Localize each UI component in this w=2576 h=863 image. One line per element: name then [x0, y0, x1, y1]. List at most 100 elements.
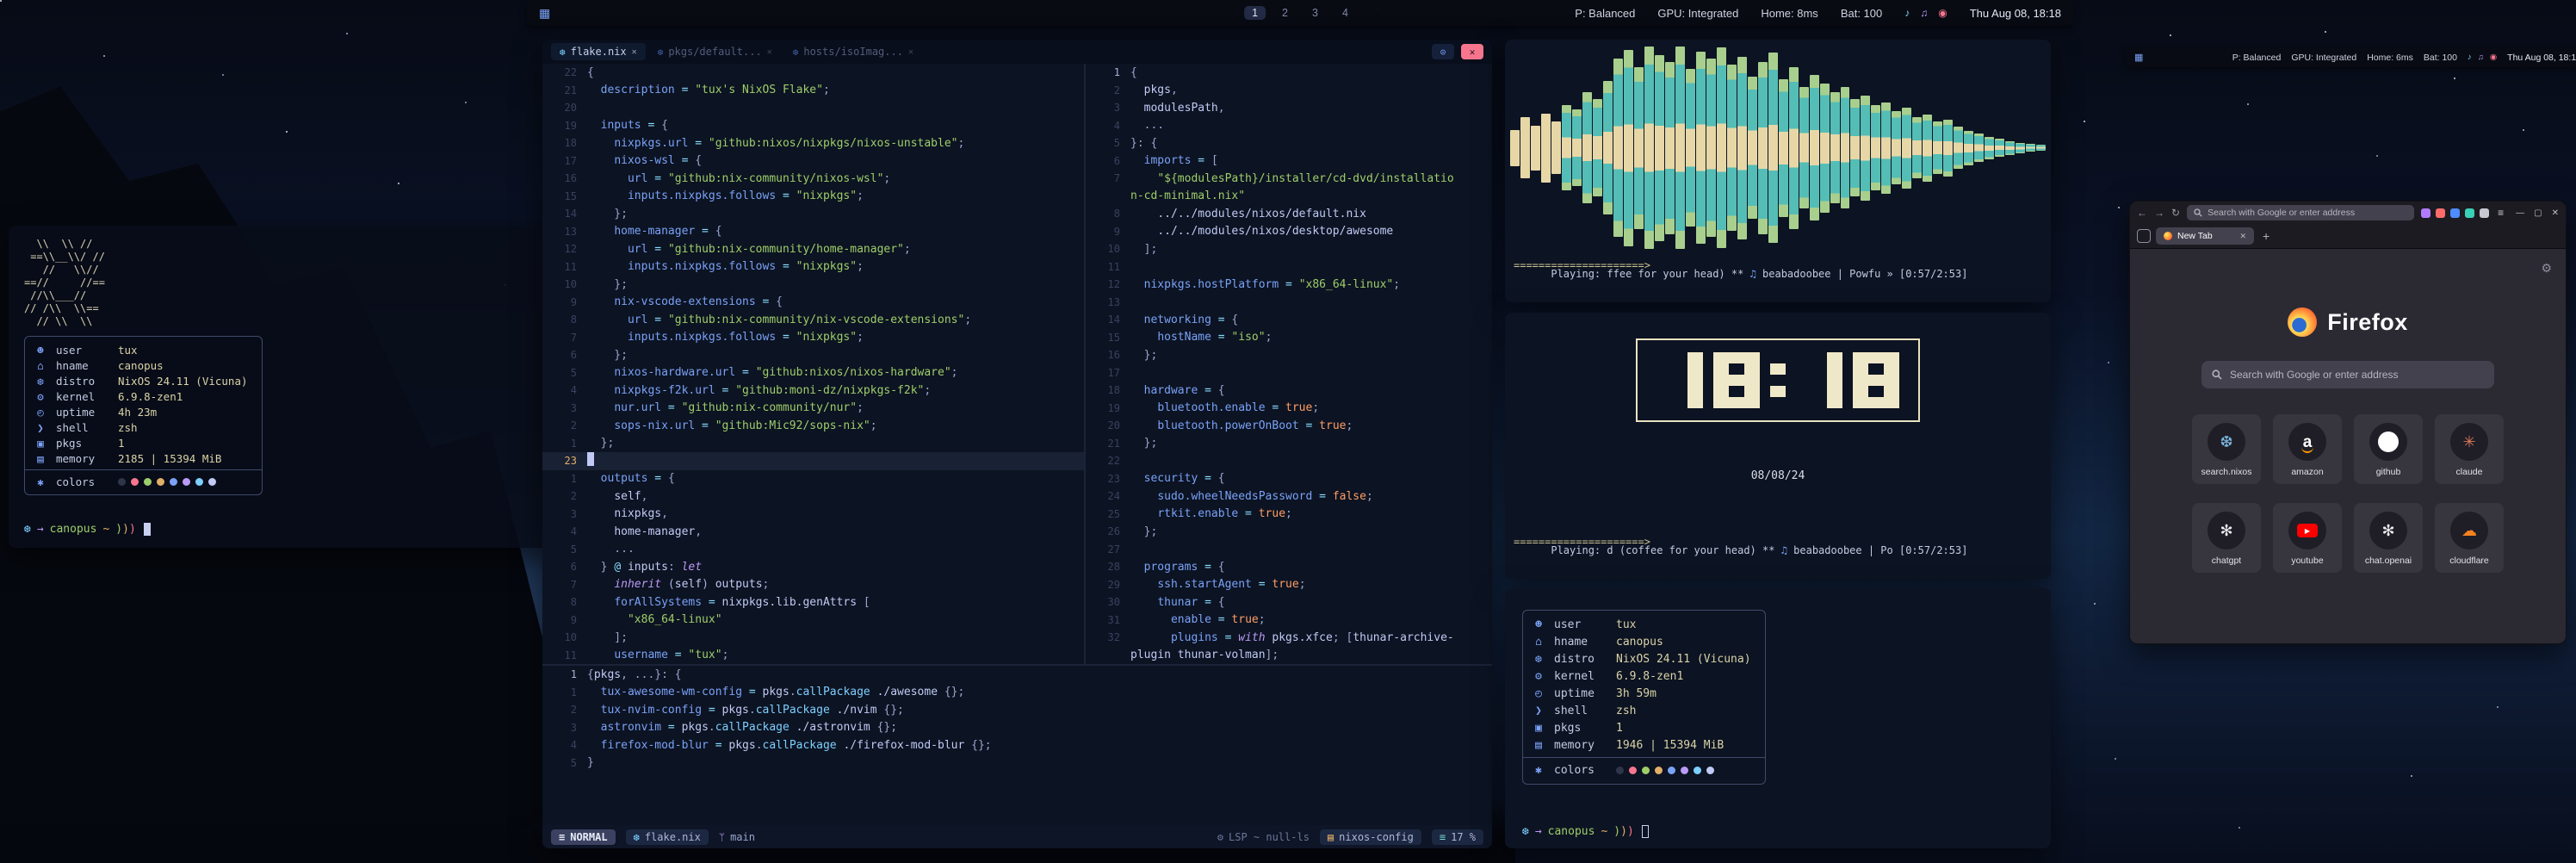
window-controls: — ▢ ✕	[2516, 208, 2559, 218]
forward-button[interactable]: →	[2154, 207, 2164, 219]
visualizer-bar	[1696, 52, 1706, 244]
code-token	[587, 260, 628, 273]
code-token: pkgs.xfce	[1272, 631, 1332, 644]
newtab-search-input[interactable]: Search with Google or enter address	[2201, 361, 2494, 388]
tab-close-icon[interactable]: ✕	[632, 47, 637, 57]
maximize-button[interactable]: ▢	[2534, 208, 2542, 218]
code-token	[1130, 154, 1144, 167]
code-text: nixpkgs-f2k.url = "github:moni-dz/nixpkg…	[587, 384, 931, 397]
close-button[interactable]: ✕	[2552, 208, 2559, 218]
tab-close-icon[interactable]: ✕	[2239, 232, 2246, 241]
code-line: 17	[1086, 364, 1492, 382]
digit-cell	[1687, 352, 1703, 363]
code-token: ./firefox-mod-blur	[843, 739, 964, 752]
code-token: nixos-hardware.url	[614, 366, 735, 379]
code-token: let	[682, 561, 702, 574]
visualizer-bar	[1686, 69, 1695, 227]
app-launcher-icon[interactable]: ▦	[539, 6, 550, 21]
digit-cell	[1868, 386, 1884, 397]
shortcut-amazon[interactable]: aamazon	[2273, 414, 2342, 484]
code-pane-pkgs[interactable]: 1{pkgs, ...}: {1 tux-awesome-wm-config =…	[542, 666, 1492, 825]
shortcut-chat-openai[interactable]: ✻chat.openai	[2354, 503, 2423, 573]
power-tray-icon[interactable]: ◉	[1938, 7, 1947, 19]
extension-icon-4[interactable]	[2465, 208, 2474, 218]
app-launcher-icon[interactable]: ▦	[2134, 52, 2143, 63]
code-token: ];	[1266, 649, 1279, 661]
bar-clock[interactable]: Thu Aug 08, 18:18	[1970, 7, 2061, 20]
code-token: {	[587, 668, 594, 681]
window-close-button[interactable]: ✕	[1461, 44, 1483, 59]
code-line: 3 nixpkgs,	[542, 506, 1084, 524]
new-tab-button[interactable]: +	[2259, 229, 2273, 243]
code-line: 18 nixpkgs.url = "github:nixos/nixpkgs/n…	[542, 134, 1084, 152]
tab-new-tab[interactable]: New Tab ✕	[2156, 227, 2254, 245]
music-tray-icon[interactable]: ♫	[2478, 53, 2484, 62]
editor-tab-flake-nix[interactable]: ❆flake.nix✕	[551, 43, 646, 60]
code-text: forAllSystems = nixpkgs.lib.genAttrs [	[587, 596, 870, 609]
shortcut-youtube[interactable]: ▶youtube	[2273, 503, 2342, 573]
code-token: )	[702, 578, 715, 591]
shell-prompt: ❆ → canopus ~ )))	[1522, 825, 1649, 838]
palette-dot	[1681, 767, 1688, 774]
code-line: 5}	[542, 754, 1492, 773]
code-text: };	[587, 349, 628, 362]
firefox-view-icon[interactable]	[2137, 229, 2151, 243]
fetch-info-row: ☻usertux	[1532, 616, 1751, 633]
minimize-button[interactable]: —	[2516, 208, 2524, 218]
editor-tab-pkgs-default-[interactable]: ❆pkgs/default...✕	[649, 43, 781, 60]
refresh-button[interactable]: ↻	[2171, 207, 2180, 219]
volume-tray-icon[interactable]: ♪	[1904, 7, 1910, 19]
editor-tab-hosts-isoImag-[interactable]: ❆hosts/isoImag...✕	[784, 43, 922, 60]
shortcut-search-nixos[interactable]: ❆search.nixos	[2192, 414, 2261, 484]
extension-icon-5[interactable]	[2480, 208, 2489, 218]
shortcut-claude[interactable]: ✳claude	[2435, 414, 2504, 484]
visualizer-bar	[1613, 59, 1623, 237]
preview-eye-button[interactable]: ⊙	[1432, 44, 1454, 59]
line-number: 1	[542, 438, 577, 450]
personalize-gear-icon[interactable]: ⚙	[2541, 261, 2552, 276]
workspace-button-1[interactable]: 1	[1244, 6, 1266, 20]
code-token: "github:nixos/nixos-hardware"	[756, 366, 951, 379]
memory-icon: ▤	[34, 452, 47, 465]
volume-tray-icon[interactable]: ♪	[2468, 53, 2472, 62]
extension-icon-2[interactable]	[2436, 208, 2445, 218]
digit-cell	[1796, 397, 1811, 408]
palette-dot	[1642, 767, 1650, 774]
power-tray-icon[interactable]: ◉	[2490, 53, 2497, 62]
shortcut-cloudflare[interactable]: ☁cloudflare	[2435, 503, 2504, 573]
visualizer-bar	[1974, 133, 1984, 162]
secondary-statusbar: ▦ P: BalancedGPU: IntegratedHome: 6msBat…	[2126, 47, 2576, 67]
code-pane-flake[interactable]: 22{21 description = "tux's NixOS Flake";…	[542, 64, 1084, 664]
code-text: inputs.nixpkgs.follows = "nixpkgs";	[587, 331, 864, 344]
code-token: nixpkgs.hostPlatform	[1144, 278, 1279, 291]
code-token: imports	[1144, 154, 1192, 167]
shortcut-chatgpt[interactable]: ✻chatgpt	[2192, 503, 2261, 573]
workspace-button-3[interactable]: 3	[1304, 6, 1326, 20]
digit-cell	[1853, 352, 1868, 363]
tab-close-icon[interactable]: ✕	[767, 47, 772, 57]
extension-icon-1[interactable]	[2421, 208, 2430, 218]
fetch-value: 3h 59m	[1616, 687, 1656, 700]
menu-hamburger-icon[interactable]: ≡	[2498, 207, 2504, 219]
extension-icon-3[interactable]	[2450, 208, 2460, 218]
back-button[interactable]: ←	[2137, 207, 2147, 219]
workspace-button-2[interactable]: 2	[1274, 6, 1296, 20]
visualizer-bar	[1593, 99, 1602, 196]
fetch-info-row: ◴uptime4h 23m	[34, 404, 248, 419]
urlbar-input[interactable]: Search with Google or enter address	[2187, 205, 2414, 220]
code-line: 8 forAllSystems = nixpkgs.lib.genAttrs [	[542, 593, 1084, 612]
code-line: 6 };	[542, 346, 1084, 364]
shortcut-github[interactable]: github	[2354, 414, 2423, 484]
music-tray-icon[interactable]: ♫	[1920, 7, 1928, 19]
terminal-window-right[interactable]: ☻usertux⌂hnamecanopus❆distroNixOS 24.11 …	[1505, 588, 2051, 848]
tab-close-icon[interactable]: ✕	[908, 47, 913, 57]
code-token	[1130, 419, 1157, 432]
fetch-value: 2185 | 15394 MiB	[118, 452, 221, 465]
code-pane-iso[interactable]: 1{2 pkgs,3 modulesPath,4 ...5}: {6 impor…	[1086, 64, 1492, 664]
line-number: 10	[542, 631, 577, 643]
visualizer-bar	[1727, 65, 1737, 231]
bar-clock[interactable]: Thu Aug 08, 18:18	[2507, 53, 2576, 63]
track-artists: beabadoobee | Po	[1787, 544, 1899, 556]
bar-module: GPU: Integrated	[2291, 53, 2356, 63]
workspace-button-4[interactable]: 4	[1334, 6, 1356, 20]
